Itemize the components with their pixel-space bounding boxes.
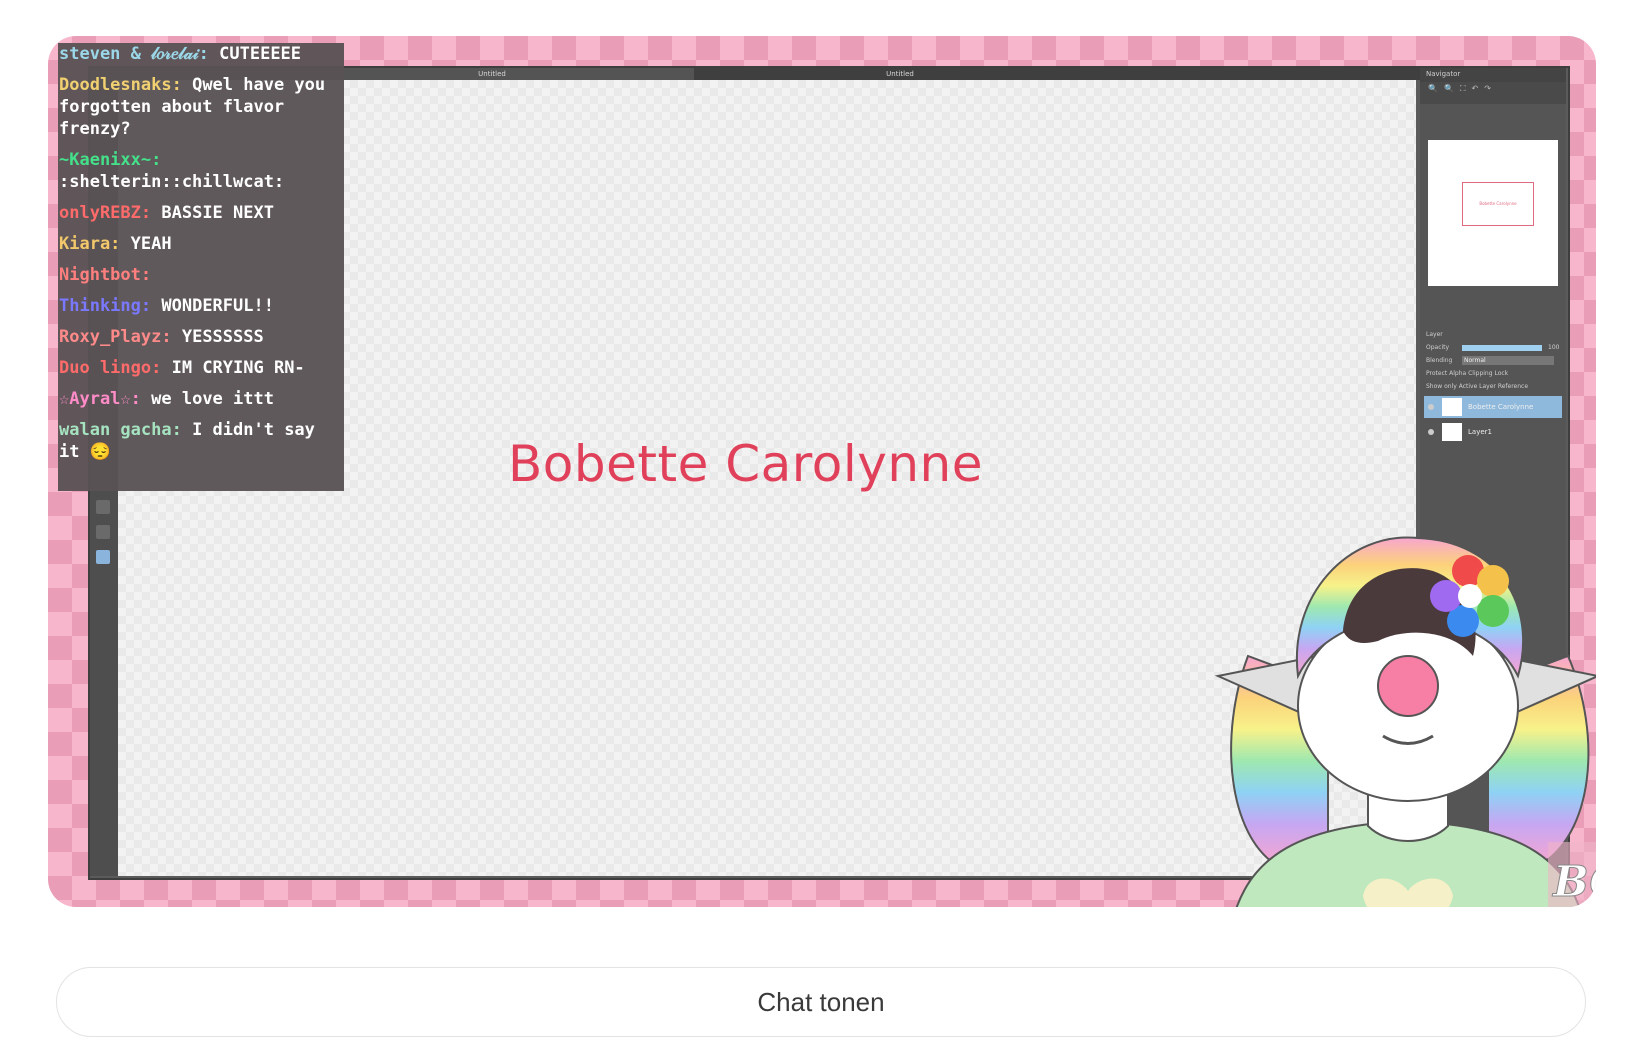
chat-message: Doodlesnaks: Qwel have you forgotten abo… <box>58 74 344 140</box>
chat-text: BASSIE NEXT <box>161 203 274 223</box>
chat-username: onlyREBZ: <box>59 203 152 223</box>
chat-username: steven & 𝓁𝑜𝓇𝑒𝓁𝒶𝒾: <box>59 44 209 64</box>
canvas-title-text: Bobette Carolynne <box>508 435 983 493</box>
chat-text: WONDERFUL!! <box>161 296 274 316</box>
tool-icon <box>96 525 110 539</box>
chat-message: steven & 𝓁𝑜𝓇𝑒𝓁𝒶𝒾: CUTEEEEE <box>58 43 344 65</box>
layer-panel: Layer Opacity 100 Blending Normal Protect … <box>1424 328 1562 443</box>
layer-item: Bobette Carolynne <box>1424 396 1562 418</box>
chat-message: Roxy_Playz: YESSSSSS <box>58 326 344 348</box>
chat-username: Doodlesnaks: <box>59 75 182 95</box>
blending-row: Blending Normal <box>1424 354 1562 367</box>
show-chat-button[interactable]: Chat tonen <box>56 967 1586 1037</box>
opacity-row: Opacity 100 <box>1426 344 1560 351</box>
layer-panel-header: Layer <box>1426 331 1443 338</box>
chat-message: walan gacha: I didn't say it 😔 <box>58 419 344 463</box>
chat-message: Thinking: WONDERFUL!! <box>58 295 344 317</box>
chat-username: Nightbot: <box>59 265 152 285</box>
layer-options-row-2: Show only Active Layer Reference <box>1426 383 1529 390</box>
chat-text: :shelterin::chillwcat: <box>59 172 285 192</box>
chat-username: ☆Ayral☆: <box>59 389 141 409</box>
chat-message: ~Kaenixx~: :shelterin::chillwcat: <box>58 149 344 193</box>
chat-username: ~Kaenixx~: <box>59 150 162 170</box>
layer-item: Layer1 <box>1424 421 1562 443</box>
chat-username: Kiara: <box>59 234 121 254</box>
chat-username: Duo lingo: <box>59 358 162 378</box>
doc-tab-1: Untitled <box>290 68 694 80</box>
chat-message: ☆Ayral☆: we love ittt <box>58 388 344 410</box>
chat-text: YEAH <box>130 234 172 254</box>
chat-text: IM CRYING RN- <box>171 358 305 378</box>
character-avatar-illustration <box>1214 536 1596 907</box>
navigator-panel-header: Navigator <box>1420 68 1566 82</box>
chat-message: Kiara: YEAH <box>58 233 344 255</box>
doc-tab-2: Untitled <box>886 70 914 78</box>
chat-text: YESSSSSS <box>181 327 264 347</box>
chat-text: CUTEEEEE <box>219 44 302 64</box>
document-tabs: Untitled Untitled <box>290 68 1508 80</box>
chat-username: walan gacha: <box>59 420 182 440</box>
tool-icon <box>96 500 110 514</box>
chat-text: we love ittt <box>151 389 274 409</box>
navigator-preview: Bobette Carolynne <box>1428 140 1558 286</box>
chat-message: onlyREBZ: BASSIE NEXT <box>58 202 344 224</box>
chat-username: Roxy_Playz: <box>59 327 172 347</box>
navigator-tools: 🔍🔍⛶↶↷ <box>1420 82 1566 104</box>
layer-options-row: Protect Alpha Clipping Lock <box>1426 370 1509 377</box>
navigator-view-rect: Bobette Carolynne <box>1462 182 1534 226</box>
chat-overlay: steven & 𝓁𝑜𝓇𝑒𝓁𝒶𝒾: CUTEEEEE Doodlesnaks: Q… <box>58 43 344 491</box>
chat-message: Nightbot: <box>58 264 344 286</box>
chat-username: Thinking: <box>59 296 152 316</box>
chat-message: Duo lingo: IM CRYING RN- <box>58 357 344 379</box>
tool-icon <box>96 550 110 564</box>
watermark-logo: BC <box>1548 842 1596 907</box>
